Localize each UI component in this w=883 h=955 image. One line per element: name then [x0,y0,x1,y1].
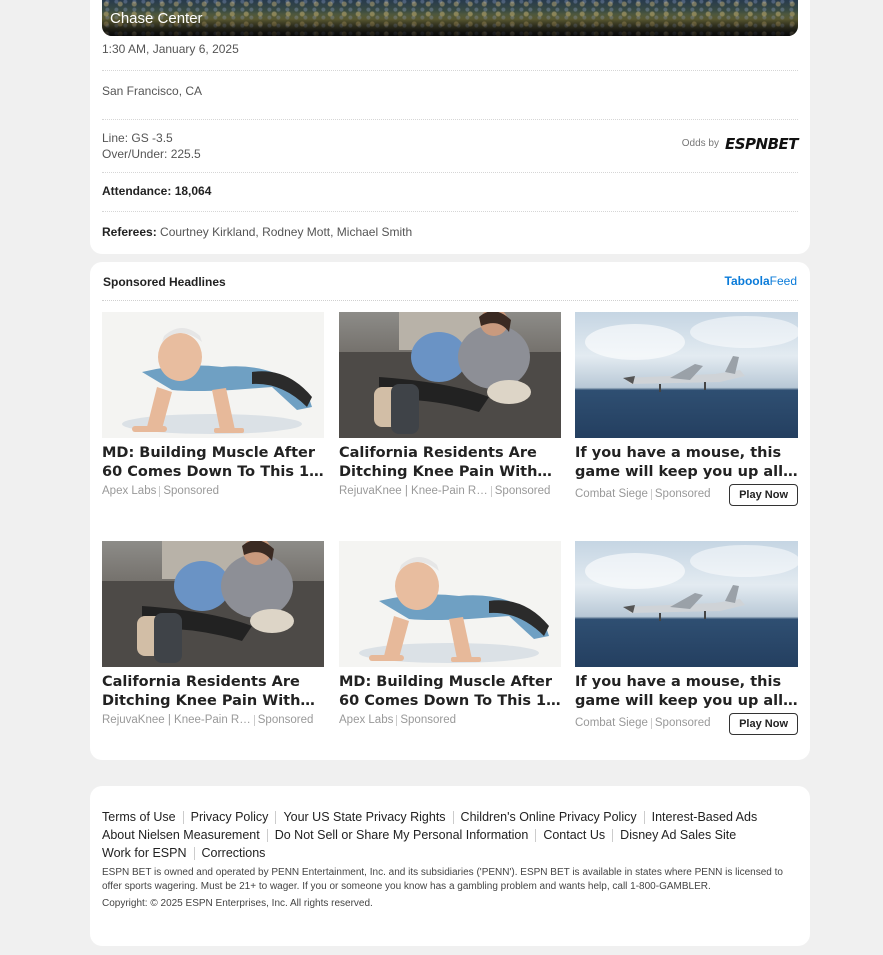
footer-link-disney-ads[interactable]: Disney Ad Sales Site [620,826,736,844]
pushup-man-image[interactable] [339,541,561,667]
game-datetime-row: 1:30 AM, January 6, 2025 [102,42,798,71]
sponsored-title: Sponsored Headlines [103,275,226,289]
footer-link-work[interactable]: Work for ESPN [102,844,187,862]
ad-brand: Combat Siege [575,488,648,500]
ad-sponsored-label: Sponsored [494,485,551,497]
sponsored-headlines-card: Sponsored Headlines TaboolaFeed MD: Buil… [90,262,810,760]
taboola-feed-logo[interactable]: TaboolaFeed [725,274,797,288]
footer-link-privacy[interactable]: Privacy Policy [191,808,269,826]
venue-photo: Chase Center [102,0,798,36]
ad-brand: Combat Siege [575,717,648,729]
ad-card[interactable]: California Residents Are Ditching Knee P… [339,312,561,497]
ad-card[interactable]: California Residents Are Ditching Knee P… [102,541,324,726]
referees-label: Referees: [102,225,157,239]
footer-link-nielsen[interactable]: About Nielsen Measurement [102,826,260,844]
ad-card[interactable]: MD: Building Muscle After 60 Comes Down … [339,541,561,726]
footer-link-contact[interactable]: Contact Us [543,826,605,844]
play-now-button[interactable]: Play Now [729,484,798,506]
ad-brand: Apex Labs [102,485,157,497]
woman-knee-brace-image[interactable] [339,312,561,438]
taboola-feed-text: Feed [769,274,797,288]
divider [102,300,798,301]
taboola-logo-text: Taboola [724,274,770,288]
pushup-man-image[interactable] [102,312,324,438]
fighter-jet-image[interactable] [575,312,798,438]
espn-bet-logo: ESPNBET [724,135,799,153]
footer-link-terms[interactable]: Terms of Use [102,808,176,826]
game-location-row: San Francisco, CA [102,84,798,120]
game-datetime: 1:30 AM, January 6, 2025 [102,42,239,56]
attendance-label: Attendance: [102,184,172,198]
footer-link-children-privacy[interactable]: Children's Online Privacy Policy [461,808,637,826]
ad-meta: RejuvaKnee | Knee-Pain R… Sponsored [102,714,324,726]
game-info-card: Chase Center 1:30 AM, January 6, 2025 Sa… [90,0,810,254]
ad-brand: RejuvaKnee | Knee-Pain R… [102,714,251,726]
footer-copyright: Copyright: © 2025 ESPN Enterprises, Inc.… [102,898,373,909]
ad-headline[interactable]: If you have a mouse, this game will keep… [575,673,798,711]
ad-sponsored-label: Sponsored [400,714,456,726]
ad-sponsored-label: Sponsored [163,485,219,497]
odds-by-label: Odds by [681,138,719,149]
ad-card[interactable]: If you have a mouse, this game will keep… [575,312,798,506]
play-now-button[interactable]: Play Now [729,713,798,735]
venue-name: Chase Center [110,10,203,27]
game-location: San Francisco, CA [102,84,203,98]
ad-card[interactable]: MD: Building Muscle After 60 Comes Down … [102,312,324,497]
ad-headline[interactable]: California Residents Are Ditching Knee P… [339,444,561,482]
ad-card[interactable]: If you have a mouse, this game will keep… [575,541,798,735]
ad-headline[interactable]: MD: Building Muscle After 60 Comes Down … [339,673,561,711]
woman-knee-brace-image[interactable] [102,541,324,667]
footer-card: Terms of Use Privacy Policy Your US State … [90,786,810,946]
referees-value: Courtney Kirkland, Rodney Mott, Michael … [160,225,413,239]
ad-meta: Apex Labs Sponsored [339,714,561,726]
referees-row: Referees: Courtney Kirkland, Rodney Mott… [102,225,798,245]
ad-headline[interactable]: If you have a mouse, this game will keep… [575,444,798,482]
footer-link-interest-ads[interactable]: Interest-Based Ads [652,808,758,826]
footer-link-corrections[interactable]: Corrections [202,844,266,862]
ad-meta: Apex Labs Sponsored [102,485,324,497]
ad-meta: RejuvaKnee | Knee-Pain R… Sponsored [339,485,561,497]
fighter-jet-image[interactable] [575,541,798,667]
odds-provider[interactable]: Odds by ESPNBET [681,135,799,153]
ad-sponsored-label: Sponsored [654,488,711,500]
footer-link-state-privacy[interactable]: Your US State Privacy Rights [283,808,445,826]
footer-link-do-not-sell[interactable]: Do Not Sell or Share My Personal Informa… [275,826,529,844]
footer-links: Terms of Use Privacy Policy Your US State … [102,808,798,862]
attendance-value: 18,064 [174,184,212,198]
attendance-row: Attendance: 18,064 [102,184,798,212]
ad-sponsored-label: Sponsored [654,717,711,729]
ad-brand: RejuvaKnee | Knee-Pain R… [339,485,488,497]
footer-disclaimer: ESPN BET is owned and operated by PENN E… [102,867,783,892]
odds-row: Line: GS -3.5 Over/Under: 225.5 Odds by … [102,130,799,173]
ad-sponsored-label: Sponsored [257,714,314,726]
ad-headline[interactable]: MD: Building Muscle After 60 Comes Down … [102,444,324,482]
ad-brand: Apex Labs [339,714,394,726]
ad-headline[interactable]: California Residents Are Ditching Knee P… [102,673,324,711]
